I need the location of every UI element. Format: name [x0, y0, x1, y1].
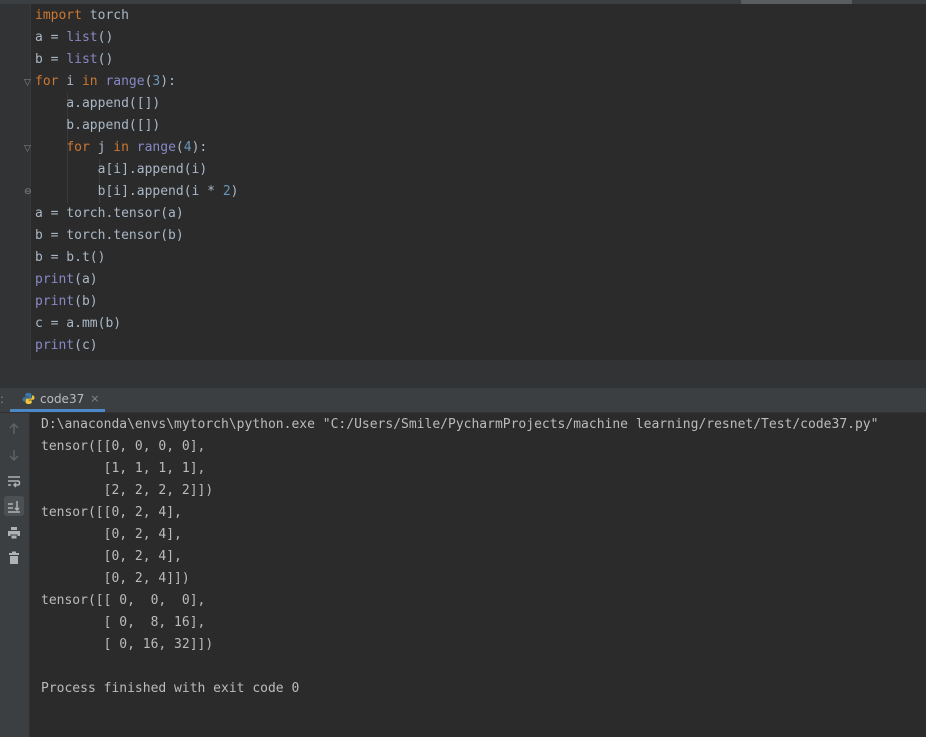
run-toolbar: [0, 413, 30, 737]
code-line[interactable]: print(b): [35, 291, 239, 313]
code-token: torch: [81, 8, 129, 23]
code-line[interactable]: import torch: [35, 5, 239, 27]
code-line[interactable]: b = torch.tensor(b): [35, 225, 239, 247]
trash-icon[interactable]: [4, 548, 24, 568]
console-line: [1, 1, 1, 1],: [41, 461, 206, 476]
code-editor[interactable]: ▽ ▽ ⊖ import torch a = list() b = list() fo…: [0, 0, 926, 360]
console-text: D:\anaconda\envs\mytorch\python.exe "C:/…: [41, 414, 878, 700]
code-line[interactable]: a = list(): [35, 27, 239, 49]
arrow-up-icon[interactable]: [4, 419, 24, 439]
code-token: print: [35, 294, 75, 309]
code-token: b[i].append(i *: [35, 184, 223, 199]
console-line: [0, 2, 4],: [41, 527, 182, 542]
run-tab-code37[interactable]: code37 ×: [10, 388, 106, 412]
code-line[interactable]: b.append([]): [35, 115, 239, 137]
code-token: b =: [35, 52, 67, 67]
code-token: b = torch.tensor(b): [35, 228, 184, 243]
code-line[interactable]: for j in range(4):: [35, 137, 239, 159]
code-token: print: [35, 272, 75, 287]
code-token: ):: [160, 74, 176, 89]
code-line[interactable]: b[i].append(i * 2): [35, 181, 239, 203]
code-token: a[i].append(i): [35, 162, 208, 177]
console-line: tensor([[ 0, 0, 0],: [41, 593, 206, 608]
code-token: list: [66, 52, 98, 67]
fold-open-icon[interactable]: ▽: [24, 144, 34, 154]
code-token: import: [35, 8, 82, 23]
code-token: range: [136, 140, 176, 155]
code-token: 2: [222, 184, 231, 199]
code-token: a = torch.tensor(a): [35, 206, 184, 221]
code-token: b = b.t(): [35, 250, 106, 265]
python-file-icon: [22, 392, 35, 405]
code-token: ):: [191, 140, 208, 155]
panel-edge-mark: :: [0, 392, 5, 406]
panel-splitter[interactable]: [0, 360, 926, 388]
scroll-to-end-icon[interactable]: [4, 496, 24, 516]
console-line: [2, 2, 2, 2]]): [41, 483, 214, 498]
console-line: [0, 2, 4]]): [41, 571, 190, 586]
gutter-divider: [30, 4, 31, 360]
run-tool-window-tabs: code37 ×: [0, 388, 926, 413]
fold-open-icon[interactable]: ▽: [24, 78, 34, 88]
arrow-down-icon[interactable]: [4, 445, 24, 465]
code-token: (): [97, 30, 114, 45]
code-token: a.append([]): [35, 96, 161, 111]
console-line: tensor([[0, 2, 4],: [41, 505, 182, 520]
close-tab-icon[interactable]: ×: [90, 392, 99, 405]
code-token: i: [58, 74, 82, 89]
code-line[interactable]: print(c): [35, 335, 239, 357]
code-token: (: [175, 140, 184, 155]
code-token: print: [35, 338, 75, 353]
code-token: ): [230, 184, 239, 199]
code-line[interactable]: c = a.mm(b): [35, 313, 239, 335]
print-icon[interactable]: [4, 523, 24, 543]
editor-gutter: [0, 4, 30, 360]
soft-wrap-icon[interactable]: [4, 471, 24, 491]
code-token: for: [35, 74, 59, 89]
code-lines[interactable]: import torch a = list() b = list() for i in…: [35, 5, 239, 357]
console-line: [ 0, 8, 16],: [41, 615, 206, 630]
code-line[interactable]: a[i].append(i): [35, 159, 239, 181]
code-token: (c): [74, 338, 98, 353]
horizontal-scrollbar-thumb[interactable]: [741, 0, 852, 4]
fold-end-icon[interactable]: ⊖: [24, 187, 34, 197]
code-line[interactable]: a = torch.tensor(a): [35, 203, 239, 225]
code-line[interactable]: print(a): [35, 269, 239, 291]
code-token: range: [105, 74, 145, 89]
code-token: (b): [74, 294, 98, 309]
code-line[interactable]: a.append([]): [35, 93, 239, 115]
code-token: a =: [35, 30, 67, 45]
code-token: b.append([]): [35, 118, 161, 133]
code-token: (a): [74, 272, 98, 287]
code-token: in: [113, 140, 129, 155]
console-line: Process finished with exit code 0: [41, 681, 300, 696]
console-line: [ 0, 16, 32]]): [41, 637, 214, 652]
run-tab-label: code37: [40, 391, 85, 406]
code-line[interactable]: b = b.t(): [35, 247, 239, 269]
console-line: [0, 2, 4],: [41, 549, 182, 564]
editor-top-strip: [0, 0, 926, 4]
code-line[interactable]: for i in range(3):: [35, 71, 239, 93]
code-token: c = a.mm(b): [35, 316, 122, 331]
code-token: for: [66, 140, 90, 155]
code-token: j: [89, 140, 114, 155]
code-token: in: [81, 74, 98, 89]
code-token: (): [97, 52, 114, 67]
code-token: list: [66, 30, 98, 45]
code-token: 4: [183, 140, 192, 155]
console-output[interactable]: D:\anaconda\envs\mytorch\python.exe "C:/…: [30, 413, 926, 737]
console-line: D:\anaconda\envs\mytorch\python.exe "C:/…: [41, 417, 879, 432]
console-line: tensor([[0, 0, 0, 0],: [41, 439, 206, 454]
code-line[interactable]: b = list(): [35, 49, 239, 71]
